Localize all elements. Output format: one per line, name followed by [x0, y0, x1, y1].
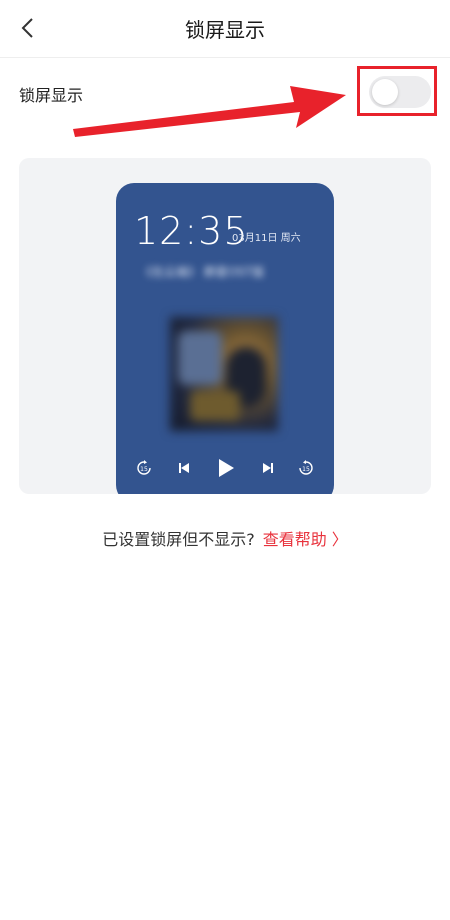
- nav-header: 锁屏显示: [0, 0, 450, 58]
- previous-track-icon[interactable]: [174, 453, 194, 483]
- setting-label: 锁屏显示: [19, 86, 84, 105]
- next-track-icon[interactable]: [258, 453, 278, 483]
- lock-date: 03月11日 周六: [232, 233, 301, 244]
- lockscreen-preview-card: 12:35 03月11日 周六 《在云端》 群星OST版 15 15: [19, 158, 431, 494]
- phone-preview: 12:35 03月11日 周六 《在云端》 群星OST版 15 15: [116, 183, 334, 494]
- svg-text:15: 15: [140, 466, 148, 473]
- help-link[interactable]: 查看帮助 〉: [263, 530, 348, 549]
- lockscreen-toggle[interactable]: [369, 76, 431, 108]
- play-icon[interactable]: [214, 453, 238, 483]
- song-title-blurred: 《在云端》 群星OST版: [140, 265, 265, 279]
- playback-controls: 15 15: [116, 453, 334, 483]
- page-title: 锁屏显示: [185, 18, 265, 42]
- help-question-text: 已设置锁屏但不显示?: [102, 530, 255, 549]
- toggle-knob: [372, 79, 398, 105]
- rewind-15-icon[interactable]: 15: [134, 453, 154, 483]
- page: 锁屏显示 锁屏显示 12:35 03月11日 周六 《在云端》 群星OST版 1…: [0, 0, 450, 920]
- forward-15-icon[interactable]: 15: [296, 453, 316, 483]
- svg-text:15: 15: [302, 466, 310, 473]
- album-art-image: [170, 317, 278, 431]
- help-line: 已设置锁屏但不显示? 查看帮助 〉: [0, 526, 450, 550]
